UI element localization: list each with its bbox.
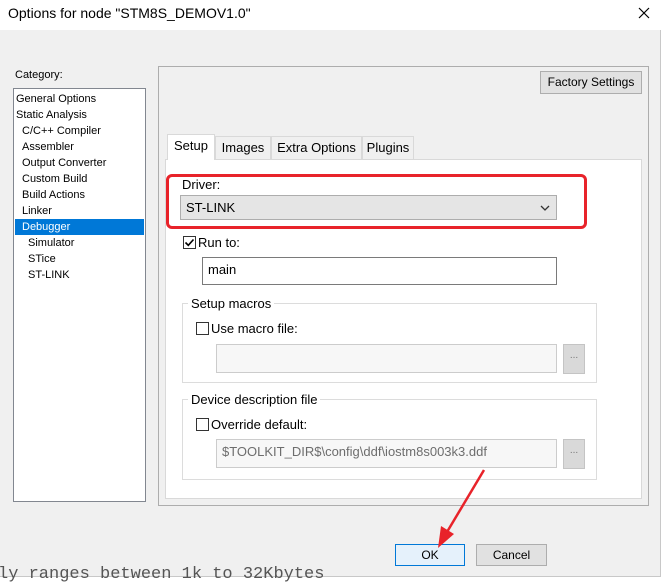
use-macro-checkbox[interactable] <box>196 322 209 335</box>
category-item-stice[interactable]: STice <box>28 251 56 267</box>
background-editor-text: ly ranges between 1k to 32Kbytes <box>0 565 325 584</box>
tab-extra-options[interactable]: Extra Options <box>271 136 362 159</box>
category-item-output-converter[interactable]: Output Converter <box>22 155 106 171</box>
ddf-browse-button[interactable]: ... <box>563 439 585 469</box>
category-item-debugger[interactable]: Debugger <box>15 219 144 235</box>
category-list[interactable]: General Options Static Analysis C/C++ Co… <box>13 88 146 502</box>
ok-button[interactable]: OK <box>395 544 465 566</box>
override-default-checkbox[interactable] <box>196 418 209 431</box>
category-item-assembler[interactable]: Assembler <box>22 139 74 155</box>
run-to-input[interactable]: main <box>202 257 557 285</box>
category-item-st-link[interactable]: ST-LINK <box>28 267 70 283</box>
category-item-build-actions[interactable]: Build Actions <box>22 187 85 203</box>
checkmark-icon <box>184 238 195 247</box>
factory-settings-button[interactable]: Factory Settings <box>540 71 642 94</box>
driver-highlight-box <box>166 174 587 229</box>
close-icon <box>638 7 650 19</box>
tab-setup[interactable]: Setup <box>167 134 215 160</box>
title-bar: Options for node "STM8S_DEMOV1.0" <box>0 0 665 30</box>
tab-plugins[interactable]: Plugins <box>362 136 414 159</box>
use-macro-label: Use macro file: <box>211 321 298 336</box>
window-title: Options for node "STM8S_DEMOV1.0" <box>8 5 251 21</box>
tab-images[interactable]: Images <box>215 136 271 159</box>
category-item-cpp-compiler[interactable]: C/C++ Compiler <box>22 123 101 139</box>
category-label: Category: <box>15 69 63 81</box>
close-button[interactable] <box>626 0 662 28</box>
category-item-simulator[interactable]: Simulator <box>28 235 74 251</box>
setup-macros-title: Setup macros <box>188 296 275 311</box>
category-item-custom-build[interactable]: Custom Build <box>22 171 87 187</box>
device-description-title: Device description file <box>188 392 321 407</box>
override-default-label: Override default: <box>211 417 308 432</box>
macro-file-input[interactable] <box>216 344 557 373</box>
category-item-general-options[interactable]: General Options <box>16 91 96 107</box>
run-to-checkbox[interactable] <box>183 236 196 249</box>
macro-browse-button[interactable]: ... <box>563 344 585 374</box>
run-to-label: Run to: <box>198 235 240 250</box>
category-item-static-analysis[interactable]: Static Analysis <box>16 107 87 123</box>
category-item-linker[interactable]: Linker <box>22 203 52 219</box>
cancel-button[interactable]: Cancel <box>476 544 547 566</box>
ddf-file-input[interactable]: $TOOLKIT_DIR$\config\ddf\iostm8s003k3.dd… <box>216 439 557 468</box>
